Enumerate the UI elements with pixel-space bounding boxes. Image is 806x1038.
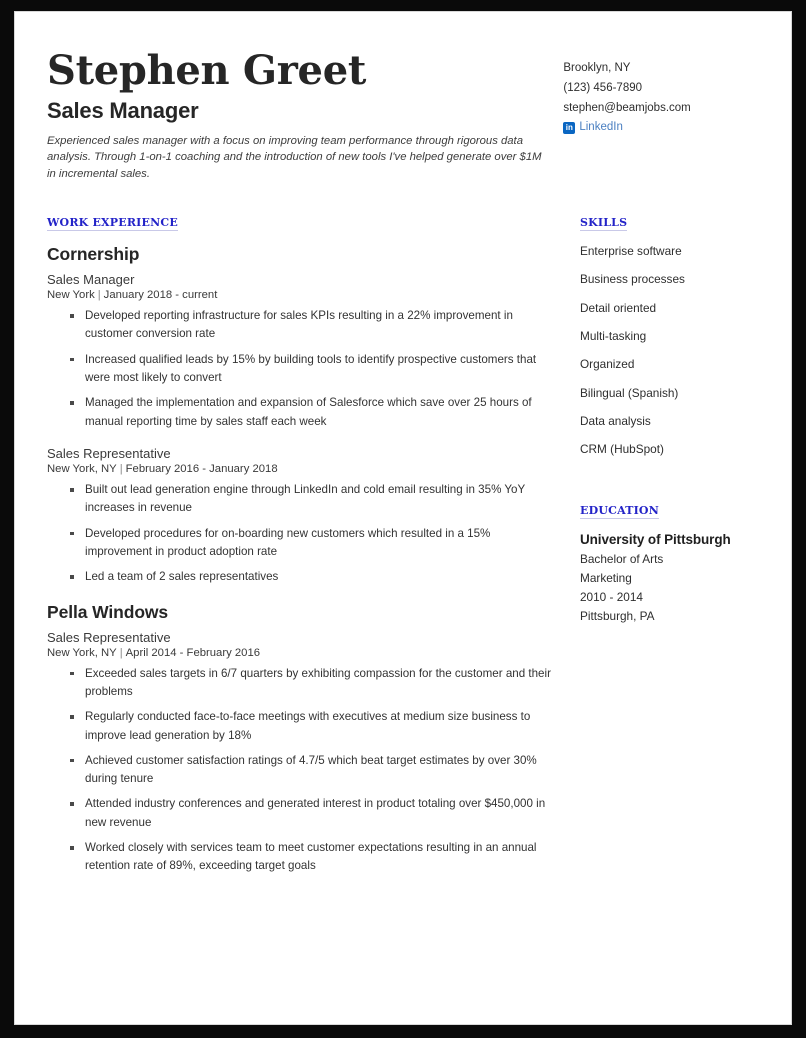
role-location: New York, NY — [47, 463, 117, 475]
experience-entry: Cornership Sales Manager New York | Januar… — [47, 244, 555, 586]
section-heading-work-experience: WORK EXPERIENCE — [47, 216, 178, 232]
skill-item: Business processes — [580, 272, 685, 287]
section-heading-education: EDUCATION — [580, 503, 659, 519]
bullet-item: Exceeded sales targets in 6/7 quarters b… — [68, 665, 555, 702]
skill-item: Bilingual (Spanish) — [580, 385, 679, 400]
candidate-job-title: Sales Manager — [47, 98, 199, 123]
bullet-item: Achieved customer satisfaction ratings o… — [68, 752, 555, 789]
role-dates: February 2016 - January 2018 — [125, 463, 278, 475]
role-block: Sales Representative New York, NY | April … — [47, 630, 555, 876]
contact-linkedin[interactable]: in LinkedIn — [563, 118, 757, 138]
sidebar-column: SKILLS Enterprise software Business proc… — [580, 213, 780, 626]
skill-item: Organized — [580, 357, 635, 372]
bullet-item: Attended industry conferences and genera… — [68, 795, 555, 832]
role-dates: January 2018 - current — [103, 289, 218, 302]
role-meta: New York, NY | April 2014 - February 2016 — [47, 647, 555, 659]
skill-item: CRM (HubSpot) — [580, 442, 664, 457]
role-meta: New York | January 2018 - current — [47, 289, 555, 301]
meta-separator: | — [119, 646, 123, 659]
skills-list: Enterprise software Business processes D… — [580, 244, 780, 458]
role-bullets: Built out lead generation engine through… — [47, 481, 555, 587]
skill-item: Data analysis — [580, 414, 651, 429]
role-meta: New York, NY | February 2016 - January 201… — [47, 463, 555, 475]
candidate-name: Stephen Greet — [47, 47, 367, 94]
main-column: WORK EXPERIENCE Cornership Sales Manager… — [47, 213, 555, 891]
role-location: New York — [47, 289, 95, 302]
role-bullets: Developed reporting infrastructure for s… — [47, 307, 555, 431]
employer-name: Cornership — [47, 244, 140, 265]
resume-header: Stephen Greet Sales Manager Experienced … — [47, 50, 757, 182]
bullet-item: Led a team of 2 sales representatives — [68, 568, 555, 586]
linkedin-label: LinkedIn — [579, 121, 623, 134]
resume-body: WORK EXPERIENCE Cornership Sales Manager… — [47, 213, 757, 891]
role-title: Sales Representative — [47, 446, 171, 461]
contact-email[interactable]: stephen@beamjobs.com — [563, 99, 757, 119]
meta-separator: | — [97, 289, 101, 302]
role-title: Sales Manager — [47, 272, 135, 288]
bullet-item: Developed procedures for on-boarding new… — [68, 525, 555, 562]
bullet-item: Developed reporting infrastructure for s… — [68, 307, 555, 344]
linkedin-icon: in — [563, 122, 576, 135]
education-entry: University of Pittsburgh Bachelor of Art… — [580, 532, 780, 626]
role-block: Sales Representative New York, NY | Februa… — [47, 446, 555, 587]
skill-item: Enterprise software — [580, 244, 682, 259]
role-location: New York, NY — [47, 646, 117, 659]
employer-name: Pella Windows — [47, 601, 169, 622]
bullet-item: Increased qualified leads by 15% by buil… — [68, 351, 555, 388]
education-school: University of Pittsburgh — [580, 531, 731, 547]
education-years: 2010 - 2014 — [580, 589, 643, 604]
experience-entry: Pella Windows Sales Representative New Y… — [47, 602, 555, 876]
section-heading-skills: SKILLS — [580, 216, 628, 232]
meta-separator: | — [119, 463, 123, 475]
skill-item: Detail oriented — [580, 300, 657, 315]
role-bullets: Exceeded sales targets in 6/7 quarters b… — [47, 665, 555, 876]
header-identity: Stephen Greet Sales Manager Experienced … — [47, 50, 563, 182]
education-major: Marketing — [580, 570, 632, 585]
education-degree: Bachelor of Arts — [580, 551, 664, 566]
contact-phone[interactable]: (123) 456-7890 — [563, 79, 757, 99]
role-title: Sales Representative — [47, 629, 171, 645]
contact-block: Brooklyn, NY (123) 456-7890 stephen@beam… — [563, 50, 757, 138]
bullet-item: Regularly conducted face-to-face meeting… — [68, 708, 555, 745]
education-location: Pittsburgh, PA — [580, 609, 655, 624]
role-block: Sales Manager New York | January 2018 - cu… — [47, 272, 555, 431]
role-dates: April 2014 - February 2016 — [125, 646, 261, 659]
bullet-item: Managed the implementation and expansion… — [68, 394, 555, 431]
contact-location: Brooklyn, NY — [563, 62, 631, 74]
bullet-item: Worked closely with services team to mee… — [68, 839, 555, 876]
document-frame: Stephen Greet Sales Manager Experienced … — [0, 0, 806, 1038]
resume-page: Stephen Greet Sales Manager Experienced … — [14, 11, 792, 1025]
skill-item: Multi-tasking — [580, 329, 647, 344]
bullet-item: Built out lead generation engine through… — [68, 481, 555, 518]
professional-summary: Experienced sales manager with a focus o… — [47, 135, 542, 180]
